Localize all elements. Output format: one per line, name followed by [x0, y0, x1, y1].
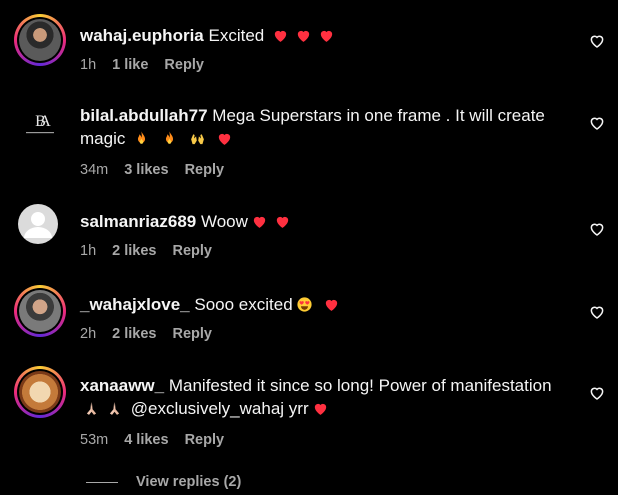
raising-hands-icon [190, 134, 204, 145]
like-heart-icon[interactable] [588, 32, 606, 50]
red-heart-icon [253, 216, 266, 228]
view-replies-label: View replies (2) [136, 474, 242, 490]
comment-text: Woow [200, 212, 248, 231]
comment-meta: 2h 2 likes Reply [80, 326, 228, 342]
brand-logo: B A [26, 113, 54, 134]
username-link[interactable]: xanaaww_ [80, 376, 164, 395]
reply-button[interactable]: Reply [164, 57, 204, 73]
likes-count[interactable]: 2 likes [112, 326, 156, 342]
avatar[interactable] [14, 285, 66, 337]
heart-eyes-icon [297, 297, 312, 312]
likes-count[interactable]: 4 likes [124, 432, 168, 448]
comment-time: 1h [80, 57, 97, 73]
like-heart-icon[interactable] [588, 220, 606, 238]
comment-body: _wahajxlove_ Sooo excited [80, 293, 560, 316]
comment-item: wahaj.euphoria Excited 1h 1 like Reply [0, 14, 618, 84]
comment-meta: 34m 3 likes Reply [80, 162, 240, 178]
comment-item: B A bilal.abdullah77 Mega Superstars in … [0, 96, 618, 186]
reply-button[interactable]: Reply [185, 162, 225, 178]
likes-count[interactable]: 1 like [112, 57, 148, 73]
comment-text: Sooo excited [194, 295, 293, 314]
likes-count[interactable]: 3 likes [124, 162, 168, 178]
reply-button[interactable]: Reply [185, 432, 225, 448]
comment-text: Manifested it since so long! Power of ma… [168, 376, 552, 395]
red-heart-icon [314, 403, 326, 415]
comment-meta: 1h 1 like Reply [80, 57, 220, 73]
comment-time: 1h [80, 243, 97, 259]
view-replies-button[interactable]: View replies (2) [86, 474, 241, 490]
comment-text: Excited [208, 26, 265, 45]
likes-count[interactable]: 2 likes [112, 243, 156, 259]
comment-text-continued: magic [80, 129, 126, 148]
comment-body: bilal.abdullah77 Mega Superstars in one … [80, 104, 560, 150]
like-heart-icon[interactable] [588, 303, 606, 321]
reply-button[interactable]: Reply [172, 326, 212, 342]
like-heart-icon[interactable] [588, 384, 606, 402]
red-heart-icon [276, 216, 289, 228]
fire-icon [165, 131, 173, 144]
red-heart-icon [326, 299, 338, 311]
username-link[interactable]: wahaj.euphoria [80, 26, 204, 45]
comment-body: wahaj.euphoria Excited [80, 24, 560, 47]
comment-text: Mega Superstars in one frame . It will c… [212, 106, 545, 125]
red-heart-icon [219, 133, 231, 145]
comment-meta: 53m 4 likes Reply [80, 432, 240, 448]
comment-meta: 1h 2 likes Reply [80, 243, 228, 259]
comment-item: xanaaww_ Manifested it since so long! Po… [0, 366, 618, 456]
avatar[interactable] [14, 14, 66, 66]
comment-time: 53m [80, 432, 109, 448]
comment-time: 34m [80, 162, 109, 178]
praying-hands-icon [109, 402, 120, 415]
mention-link[interactable]: @exclusively_wahaj yrr [131, 399, 309, 418]
red-heart-icon [297, 30, 310, 42]
comment-body: salmanriaz689 Woow [80, 210, 560, 233]
comment-item: _wahajxlove_ Sooo excited 2h 2 likes Rep… [0, 285, 618, 355]
comment-time: 2h [80, 326, 97, 342]
praying-hands-icon [86, 402, 97, 415]
comment-body: xanaaww_ Manifested it since so long! Po… [80, 374, 560, 420]
default-avatar[interactable] [18, 204, 58, 244]
avatar[interactable]: B A [14, 98, 66, 150]
avatar[interactable] [14, 366, 66, 418]
username-link[interactable]: salmanriaz689 [80, 212, 196, 231]
svg-text:A: A [39, 113, 51, 130]
divider-line [86, 481, 118, 483]
user-silhouette-icon [24, 212, 52, 238]
username-link[interactable]: _wahajxlove_ [80, 295, 190, 314]
comment-item: salmanriaz689 Woow 1h 2 likes Reply [0, 202, 618, 272]
reply-button[interactable]: Reply [172, 243, 212, 259]
red-heart-icon [320, 30, 333, 42]
red-heart-icon [274, 30, 287, 42]
username-link[interactable]: bilal.abdullah77 [80, 106, 208, 125]
like-heart-icon[interactable] [588, 114, 606, 132]
fire-icon [138, 131, 146, 144]
